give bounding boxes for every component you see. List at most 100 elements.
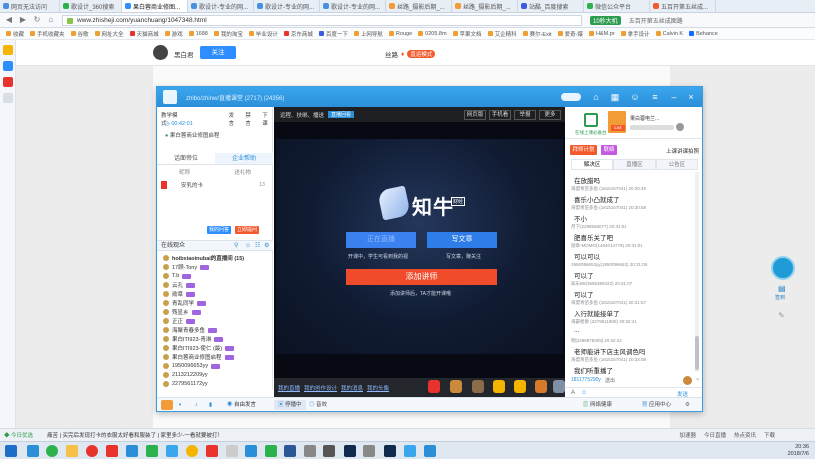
viewer-row[interactable]: 2113212209yy <box>163 371 208 379</box>
baidu-icon[interactable] <box>126 445 138 457</box>
browser-tab[interactable]: 歌设计_360搜索 <box>60 0 122 12</box>
stop-broadcast-button[interactable]: ▣ 停播中 <box>274 400 306 410</box>
addr-hint[interactable]: 五百开第五丝成图路 <box>629 16 683 25</box>
bookmark-item[interactable]: H&M.pr <box>588 31 615 37</box>
follow-button[interactable]: 关注 <box>200 46 236 59</box>
system-clock[interactable]: 20:36 2018/7/6 <box>788 444 809 458</box>
bookmark-item[interactable]: 艾企精科 <box>487 30 517 38</box>
scroll-thumb[interactable] <box>695 336 699 370</box>
app-center-button[interactable]: ▦ 应用中心 <box>642 400 671 410</box>
gear-icon[interactable]: ⚙ <box>264 241 269 251</box>
bookmark-item[interactable]: 拿手设计 <box>620 30 650 38</box>
home-icon[interactable]: ⌂ <box>46 15 56 25</box>
start-icon[interactable] <box>5 445 17 457</box>
video-player[interactable]: 知牛 财经 正在直播 写文章 开课中，学生可看到我的视 写文章，赚关注 添加讲师… <box>274 122 565 378</box>
bookmark-item[interactable]: 苹果文档 <box>452 30 482 38</box>
media-icon[interactable] <box>265 445 277 457</box>
mascot-icon[interactable] <box>771 256 795 280</box>
avatar-icon[interactable] <box>161 400 173 410</box>
browser-tab[interactable]: 丝路_摄影后期_... <box>452 0 518 12</box>
gift-link[interactable]: 我的消息 <box>341 384 363 392</box>
close-chat-icon[interactable]: × <box>696 377 699 383</box>
viewer-row[interactable]: T.b <box>163 272 192 280</box>
browser-tab[interactable]: 丝路_摄影后期_... <box>386 0 452 12</box>
bookmark-item[interactable]: Rouge <box>388 31 412 37</box>
mobile-view-button[interactable]: 手机看 <box>489 110 511 120</box>
viewer-row[interactable]: 海聚青春多鱼 <box>163 326 218 334</box>
gift-rocket-icon[interactable] <box>514 380 526 393</box>
bookmark-item[interactable]: 0205.8m <box>418 31 447 37</box>
house-icon[interactable]: ⌂ <box>590 91 602 103</box>
bookmark-item[interactable]: 手机收藏夹 <box>30 30 65 38</box>
bookmark-item[interactable]: 爱奇-爆 <box>557 30 583 38</box>
gift-link[interactable]: 我的头像 <box>367 384 389 392</box>
bookmark-item[interactable]: Calvin K <box>655 31 683 37</box>
chat-scrollbar[interactable] <box>695 172 699 372</box>
chrome-icon[interactable] <box>86 445 98 457</box>
checkin-label[interactable]: 签到 <box>775 294 785 301</box>
web-view-button[interactable]: 网页版 <box>464 110 486 120</box>
back-icon[interactable]: ◀ <box>4 15 14 25</box>
viewer-row[interactable]: 殇显乡 <box>163 308 201 316</box>
browser-tab[interactable]: 网页无法访问 <box>0 0 60 12</box>
onedrive-icon[interactable] <box>226 445 238 457</box>
viewer-row[interactable]: 果白蓉商业修图启程 <box>163 353 234 361</box>
report-button[interactable]: 举报 <box>514 110 536 120</box>
write-article-button[interactable]: 写文章 <box>427 232 497 248</box>
tab-chat[interactable]: 解决区 <box>571 159 614 170</box>
apprentice-button[interactable]: 拜师计划 <box>570 145 597 155</box>
bookmark-item[interactable]: 毕业设计 <box>248 30 278 38</box>
emoji-face-icon[interactable] <box>683 375 693 385</box>
browser-tab[interactable]: 歌设计-专业的网... <box>254 0 320 12</box>
bookmark-item[interactable]: 谷歌 <box>70 30 89 38</box>
url-input[interactable]: www.zhisheji.com/yuanchuang/1047348.html <box>62 14 582 26</box>
gift-link[interactable]: 我的直播 <box>278 384 300 392</box>
home-icon[interactable] <box>163 90 177 104</box>
crumb-tag[interactable]: 直运模式 <box>407 50 436 58</box>
wechat-icon[interactable] <box>146 445 158 457</box>
news-ticker[interactable]: 痛苦 | 买完后发现打卡的衣服太好看和服装了 | 家里多少-一看就要被打！ <box>47 431 223 439</box>
viewer-row[interactable]: 正正 <box>163 317 196 325</box>
tab-left-1[interactable]: 话面帝位 <box>157 153 215 164</box>
tab-left-2[interactable]: 企业帮助 <box>215 153 273 164</box>
bookmark-list-icon[interactable] <box>2 93 13 103</box>
more-button[interactable]: 更多 <box>539 110 561 120</box>
live-now-button[interactable]: 正在直播 <box>346 232 416 248</box>
viewer-row[interactable]: hoibxiaoinubai的直播间 (15) <box>163 254 244 262</box>
camera-icon[interactable] <box>206 445 218 457</box>
ask-question-button[interactable]: 立即提问 <box>235 226 259 234</box>
minimize-icon[interactable]: – <box>668 91 680 103</box>
person-icon[interactable]: ☺ <box>245 241 251 251</box>
teacher-row[interactable]: ● 果白蓉商业修图启程 <box>157 131 273 139</box>
viewer-row[interactable]: 青乱同学 <box>163 299 207 307</box>
today-picks[interactable]: ◆ 今日优选 <box>4 431 33 439</box>
browser360-icon[interactable] <box>46 445 58 457</box>
font-icon[interactable]: A <box>571 390 575 396</box>
avatar[interactable] <box>153 45 168 60</box>
browser-tab-active[interactable]: 果白蓉商业修图... <box>122 0 188 12</box>
checkin-widget[interactable]: ▤ 签到 ✎ <box>769 256 799 336</box>
live-badge[interactable]: 直播回看 <box>328 111 355 118</box>
viewer-row[interactable]: 2279561172yy <box>163 380 208 388</box>
my-questions-button[interactable]: 我的问答 <box>207 226 231 234</box>
photoshop-icon[interactable] <box>344 445 356 457</box>
chrome2-icon[interactable] <box>186 445 198 457</box>
settings-icon[interactable]: ⚙ <box>685 400 690 410</box>
status-item[interactable]: 加速器 <box>679 431 696 439</box>
app3-icon[interactable] <box>363 445 375 457</box>
bookmark-item[interactable]: 京东商城 <box>283 30 313 38</box>
gift-bag-icon[interactable] <box>450 380 462 393</box>
bookmark-item[interactable]: 网址大全 <box>94 30 124 38</box>
person-icon[interactable]: ☺ <box>629 91 641 103</box>
bookmark-item[interactable]: 1688 <box>188 31 208 37</box>
app2-icon[interactable] <box>323 445 335 457</box>
mic-icon[interactable]: ♪ <box>195 400 198 410</box>
edit-icon[interactable]: ✎ <box>778 311 785 320</box>
chat-user[interactable]: 1811775290y <box>571 377 601 383</box>
star-icon[interactable] <box>2 45 13 55</box>
chat-list[interactable]: 在放腊吗 海盟青苗多鱼 (1815167041) 20:30:45 喜乐小凸就成… <box>571 172 693 380</box>
class-photo-link[interactable]: 上课讲课拍照 <box>666 147 699 155</box>
bookmark-item[interactable]: 赛尔-Exit <box>522 30 552 38</box>
grid-icon[interactable]: ▦ <box>609 91 621 103</box>
status-item[interactable]: 下载 <box>764 431 775 439</box>
